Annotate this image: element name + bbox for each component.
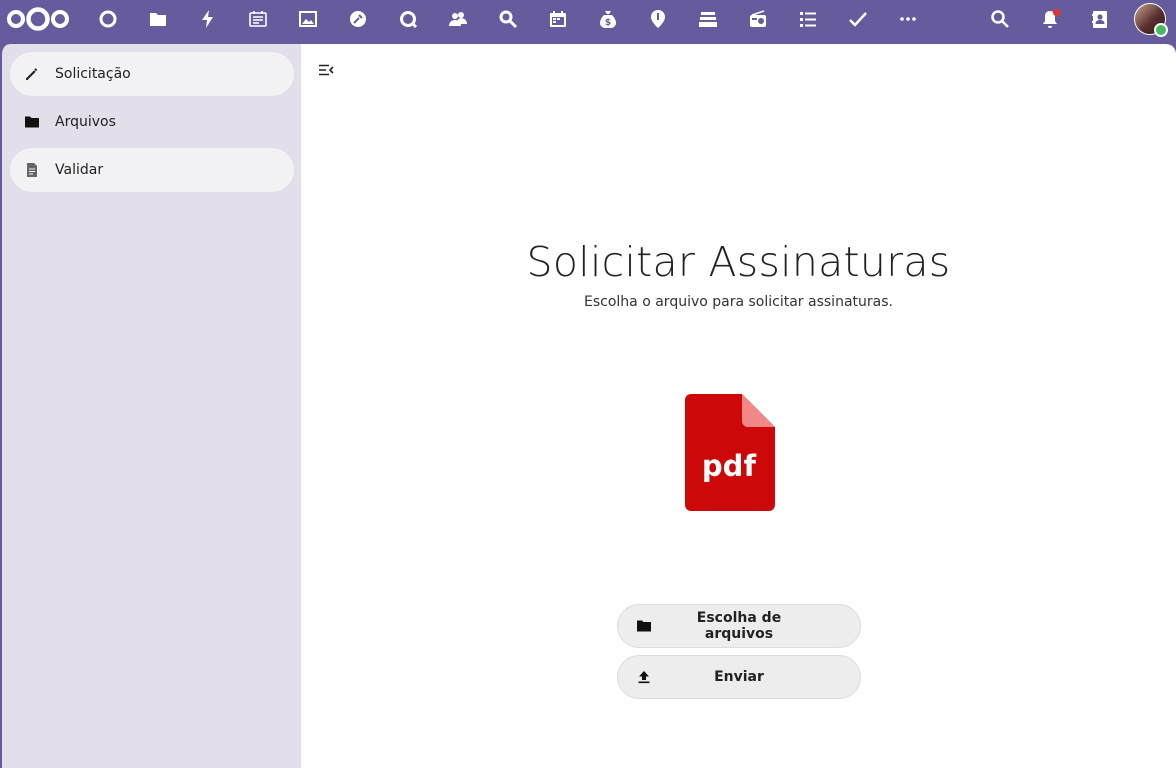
list-icon[interactable] [794,8,822,30]
app-navigation: Solicitação Arquivos Validar [0,44,301,768]
contacts-icon[interactable] [1086,8,1114,30]
search-icon[interactable] [986,8,1014,30]
page-title: Solicitar Assinaturas [526,238,951,286]
upload-button[interactable]: Enviar [617,655,861,699]
pdf-label: pdf [702,449,757,483]
money-icon[interactable]: $ [594,8,622,30]
folder-icon [618,604,670,648]
radio-icon[interactable] [744,8,772,30]
photos-icon[interactable] [294,8,322,30]
search-people-icon[interactable] [494,8,522,30]
sidebar-item-label: Arquivos [55,114,116,130]
notes-icon[interactable] [244,8,272,30]
talk-icon[interactable] [394,8,422,30]
choose-files-button[interactable]: Escolha de arquivos [617,604,861,648]
navigation-toggle-icon[interactable] [315,60,337,80]
status-online-indicator [1154,23,1168,37]
svg-text:$: $ [605,18,611,28]
upload-label: Enviar [714,669,764,685]
files-icon[interactable] [144,8,172,30]
pencil-icon [10,52,54,96]
contacts-group-icon[interactable] [444,8,472,30]
notification-badge [1053,9,1060,16]
document-icon [10,148,54,192]
page-subtitle: Escolha o arquivo para solicitar assinat… [584,294,893,310]
nextcloud-logo-icon[interactable] [6,6,70,32]
sidebar-item-label: Validar [55,162,104,178]
sidebar-item-arquivos[interactable]: Arquivos [10,100,294,144]
sidebar-item-solicitacao[interactable]: Solicitação [10,52,294,96]
maps-icon[interactable] [644,8,672,30]
deck-icon[interactable] [694,8,722,30]
choose-files-label: Escolha de arquivos [696,610,782,642]
top-header: $ [0,0,1176,44]
tools-icon[interactable] [344,8,372,30]
folder-icon [10,100,54,144]
activity-icon[interactable] [194,8,222,30]
tasks-icon[interactable] [844,8,872,30]
pdf-file-icon: pdf [685,394,775,511]
sidebar-item-label: Solicitação [55,66,131,82]
avatar[interactable] [1134,3,1168,37]
more-apps-icon[interactable] [894,8,922,30]
app-content: Solicitar Assinaturas Escolha o arquivo … [301,44,1176,768]
dashboard-icon[interactable] [94,8,122,30]
sidebar-item-validar[interactable]: Validar [10,148,294,192]
upload-icon [618,655,670,699]
notifications-icon[interactable] [1036,8,1064,30]
calendar-icon[interactable] [544,8,572,30]
